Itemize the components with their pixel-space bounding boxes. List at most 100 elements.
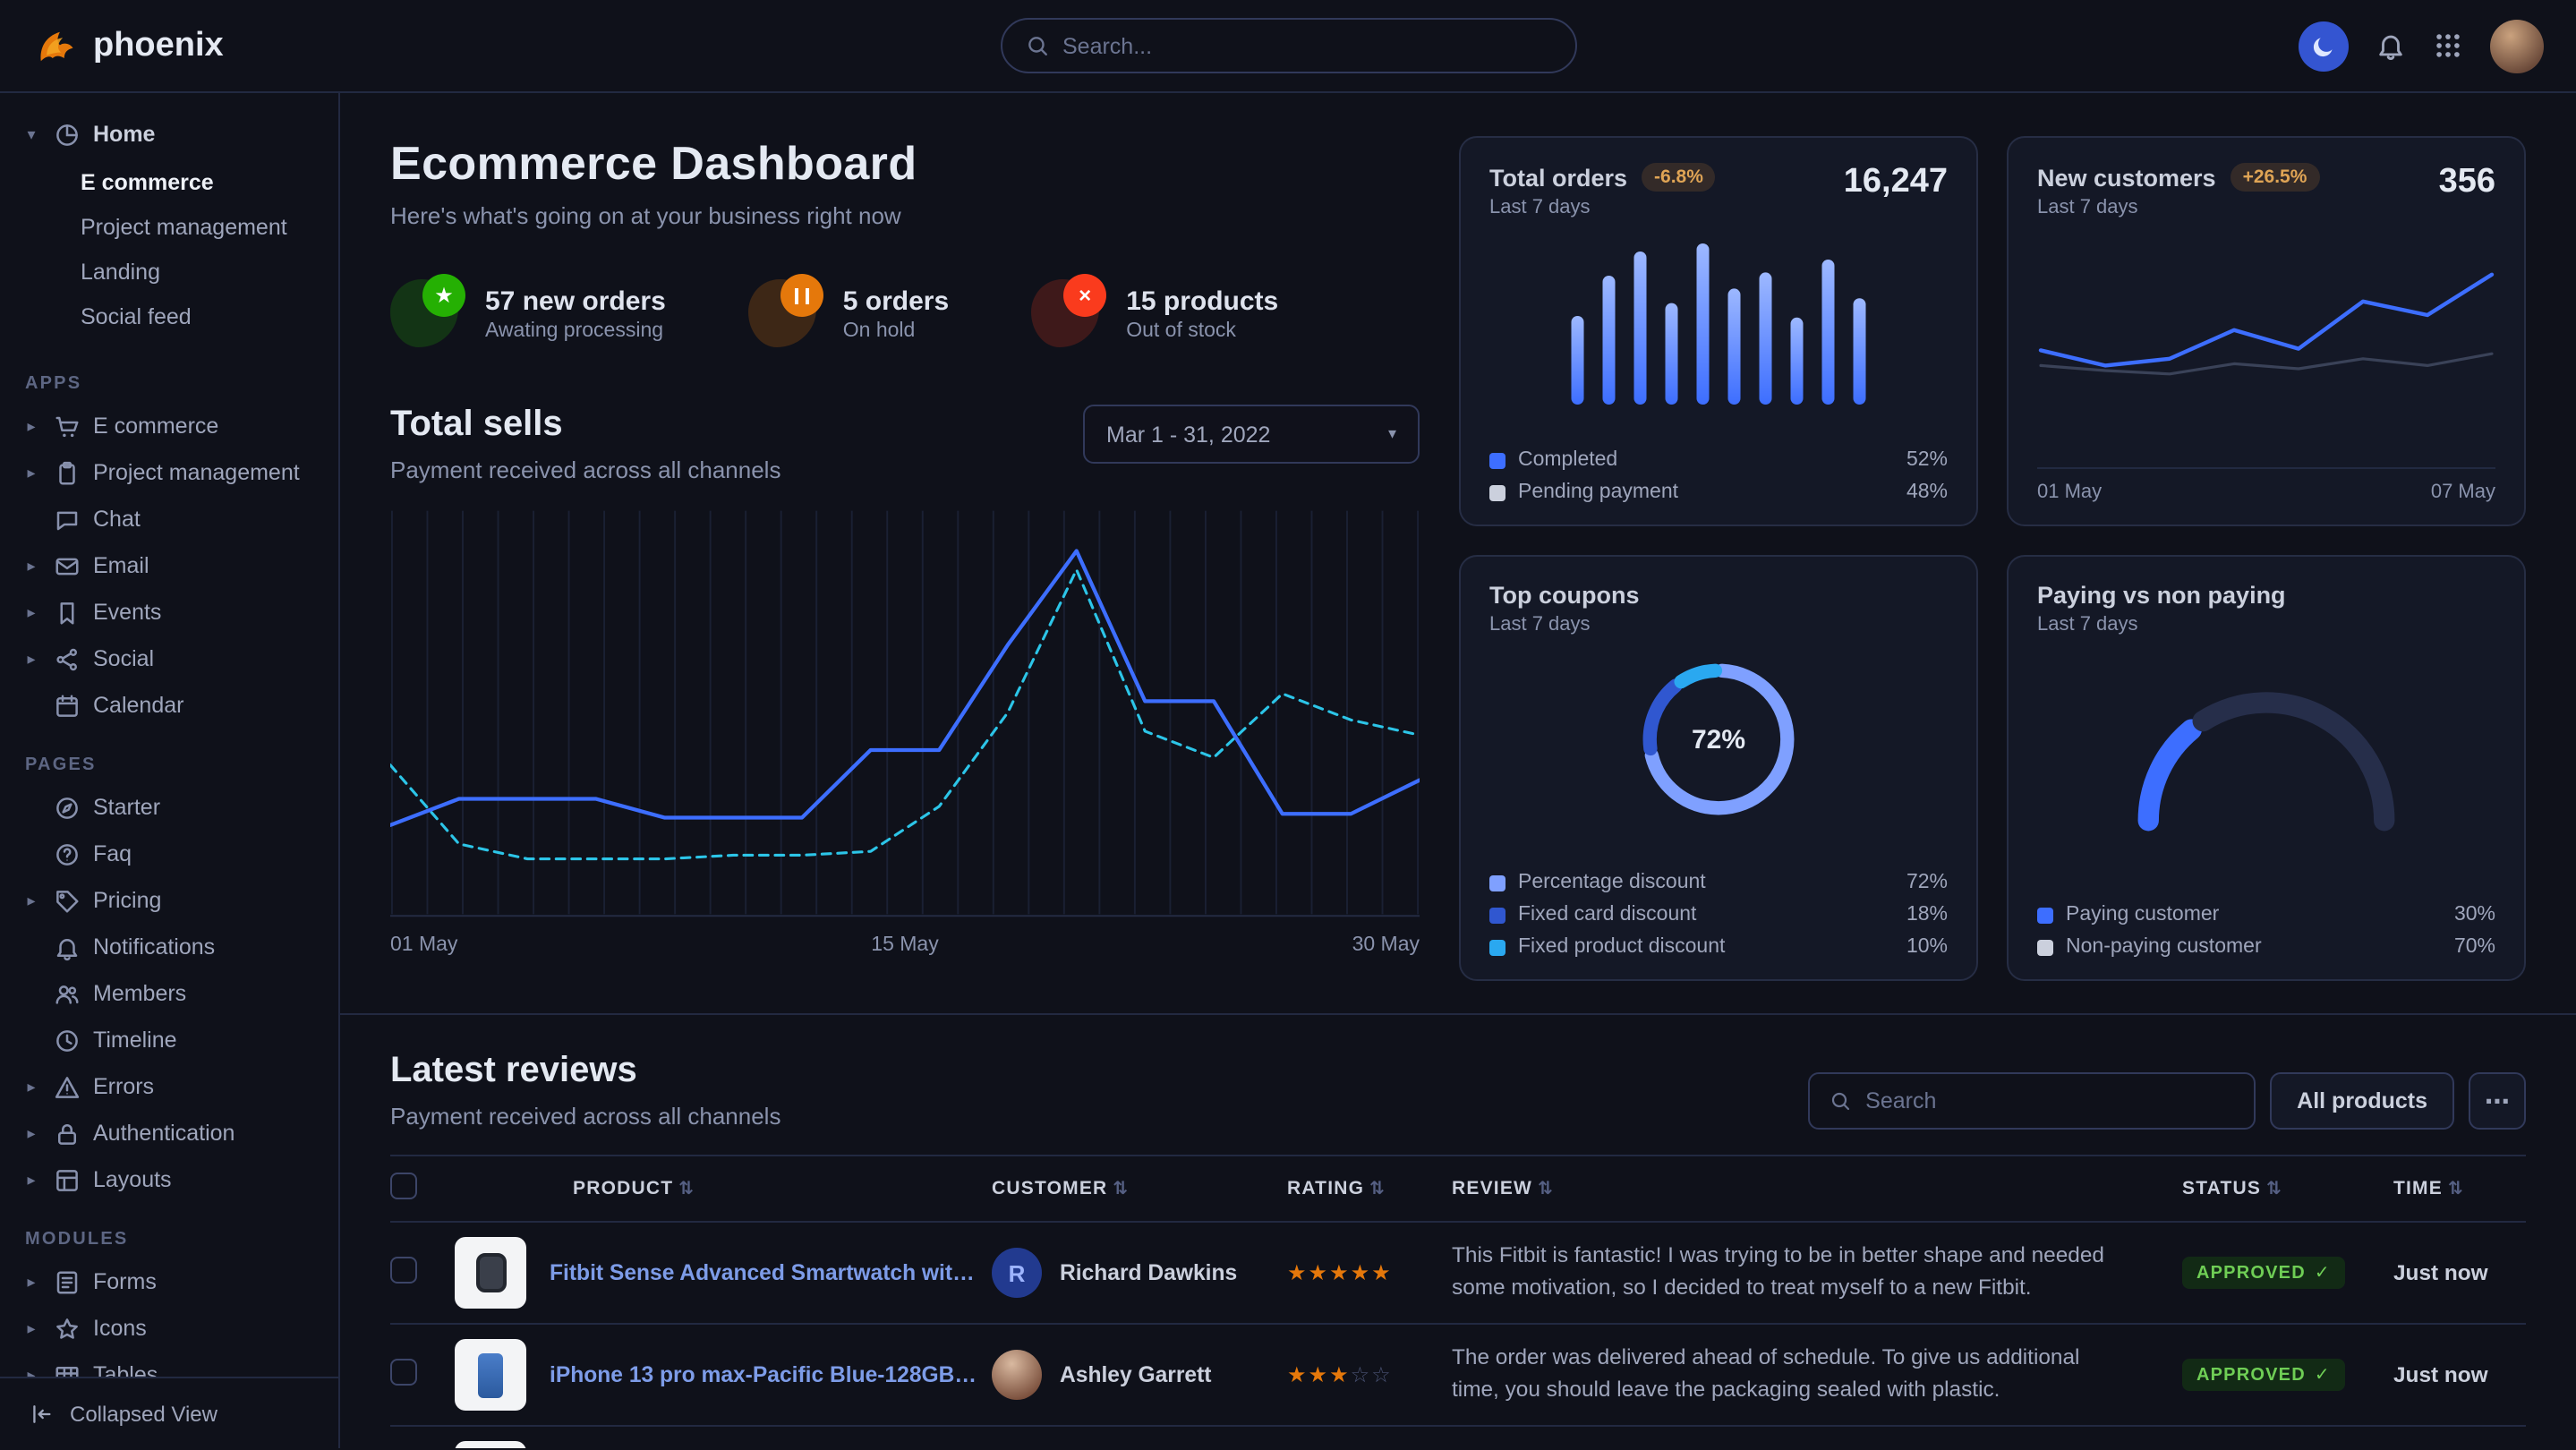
column-header-customer[interactable]: CUSTOMER⇅ [992,1156,1287,1222]
column-header-time[interactable]: TIME⇅ [2393,1156,2526,1222]
sidebar-item-landing[interactable]: Landing [0,251,338,295]
column-header-review[interactable]: REVIEW⇅ [1452,1156,2182,1222]
search-input[interactable] [1062,33,1551,58]
change-badge: +26.5% [2231,163,2320,192]
layout-icon [54,1166,81,1193]
out-of-stock-blob: × [1031,279,1099,347]
product-link[interactable]: iPhone 13 pro max-Pacific Blue-128GB sto… [550,1362,977,1387]
chevron-right-icon: ▸ [21,1272,41,1292]
sidebar-item-timeline[interactable]: Timeline [0,1017,338,1063]
sort-icon: ⇅ [2448,1180,2464,1199]
sidebar-item-social-feed[interactable]: Social feed [0,295,338,340]
sidebar-item-social[interactable]: ▸Social [0,635,338,682]
sidebar-item-ecommerce[interactable]: ▸E commerce [0,403,338,449]
card-top-coupons: Top coupons Last 7 days 72% Percentage d… [1459,555,1978,981]
change-badge: -6.8% [1642,163,1716,192]
star-icon: ★ [1287,1362,1309,1387]
status-badge: APPROVED✓ [2182,1359,2345,1391]
brand-name: phoenix [93,26,224,65]
question-icon [54,840,81,867]
column-header-product[interactable]: PRODUCT⇅ [455,1156,992,1222]
star-icon: ☆ [1371,1362,1393,1387]
sidebar-item-errors[interactable]: ▸Errors [0,1063,338,1110]
sidebar-item-calendar[interactable]: Calendar [0,682,338,729]
star-icon: ★ [1329,1362,1351,1387]
moon-icon [2311,33,2336,58]
sidebar-item-home[interactable]: ▾ Home [0,111,338,158]
card-new-customers: New customers +26.5% Last 7 days 356 01 … [2007,136,2526,526]
collapsed-view-toggle[interactable]: Collapsed View [0,1377,338,1448]
more-options-button[interactable]: ⋯ [2469,1072,2526,1130]
date-range-select[interactable]: Mar 1 - 31, 2022 ▾ [1083,405,1420,464]
brand[interactable]: phoenix [32,22,224,69]
pause-icon [780,274,823,317]
reviews-search[interactable] [1808,1072,2256,1130]
tag-icon [54,887,81,914]
sidebar-item-project-management-dashboard[interactable]: Project management [0,206,338,251]
select-all-header [390,1156,455,1222]
lock-icon [54,1120,81,1147]
sidebar-item-tables[interactable]: ▸Tables [0,1352,338,1377]
user-avatar[interactable] [2490,19,2544,72]
chevron-down-icon: ▾ [21,124,41,144]
star-icon: ★ [1309,1362,1330,1387]
table-row: Fitbit Sense Advanced Smartwatch with To… [390,1222,2526,1324]
sidebar-item-email[interactable]: ▸Email [0,542,338,589]
reviews-subtitle: Payment received across all channels [390,1103,780,1130]
stat-out-of-stock: × 15 productsOut of stock [1031,279,1278,347]
chevron-right-icon: ▸ [21,1123,41,1143]
sidebar-item-layouts[interactable]: ▸Layouts [0,1156,338,1203]
customer-name: Ashley Garrett [1060,1362,1212,1387]
sort-icon: ⇅ [2266,1180,2282,1199]
row-checkbox[interactable] [390,1359,417,1386]
sidebar-item-pricing[interactable]: ▸Pricing [0,877,338,924]
pie-icon [54,121,81,148]
theme-toggle-button[interactable] [2299,21,2349,71]
sidebar-item-starter[interactable]: Starter [0,784,338,831]
bell-icon [2376,30,2406,61]
notifications-button[interactable] [2376,30,2406,61]
sidebar-item-notifications[interactable]: Notifications [0,924,338,970]
card-total-orders: Total orders -6.8% Last 7 days 16,247 Co… [1459,136,1978,526]
navbar-actions [2299,19,2544,72]
chat-icon [54,506,81,533]
all-products-button[interactable]: All products [2270,1072,2454,1130]
sidebar-item-icons[interactable]: ▸Icons [0,1305,338,1352]
row-checkbox[interactable] [390,1257,417,1284]
bell-icon [54,934,81,960]
page-subtitle: Here's what's going on at your business … [390,202,1420,229]
calendar-icon [54,692,81,719]
product-thumbnail [455,1339,526,1411]
star-icon: ☆ [1351,1362,1372,1387]
grid-icon [2433,30,2463,61]
total-sells-subtitle: Payment received across all channels [390,456,780,483]
section-label-pages: PAGES [0,729,338,784]
select-all-checkbox[interactable] [390,1173,417,1199]
total-sells-chart: 01 May 15 May 30 May [390,501,1420,956]
review-text: The order was delivered ahead of schedul… [1452,1343,2168,1407]
global-search[interactable] [1000,18,1576,73]
reviews-search-input[interactable] [1865,1088,2234,1113]
review-text: This Fitbit is fantastic! I was trying t… [1452,1241,2168,1305]
chevron-right-icon: ▸ [21,891,41,910]
sidebar-item-ecommerce-dashboard[interactable]: E commerce [0,161,338,206]
page-title: Ecommerce Dashboard [390,136,1420,192]
product-link[interactable]: Fitbit Sense Advanced Smartwatch with To… [550,1260,977,1285]
column-header-rating[interactable]: RATING⇅ [1287,1156,1452,1222]
sidebar-item-authentication[interactable]: ▸Authentication [0,1110,338,1156]
sidebar-item-forms[interactable]: ▸Forms [0,1258,338,1305]
users-icon [54,980,81,1007]
sidebar-item-project-management[interactable]: ▸Project management [0,449,338,496]
section-label-apps: APPS [0,347,338,403]
sidebar: ▾ Home E commerce Project management Lan… [0,93,340,1448]
sidebar-item-members[interactable]: Members [0,970,338,1017]
sidebar-item-faq[interactable]: Faq [0,831,338,877]
donut-center-label: 72% [1633,653,1804,825]
bookmark-icon [54,599,81,626]
apps-grid-button[interactable] [2433,30,2463,61]
sidebar-item-events[interactable]: ▸Events [0,589,338,635]
column-header-status[interactable]: STATUS⇅ [2182,1156,2393,1222]
warning-icon [54,1073,81,1100]
sidebar-item-chat[interactable]: Chat [0,496,338,542]
top-coupons-donut-chart: 72% [1633,653,1804,825]
